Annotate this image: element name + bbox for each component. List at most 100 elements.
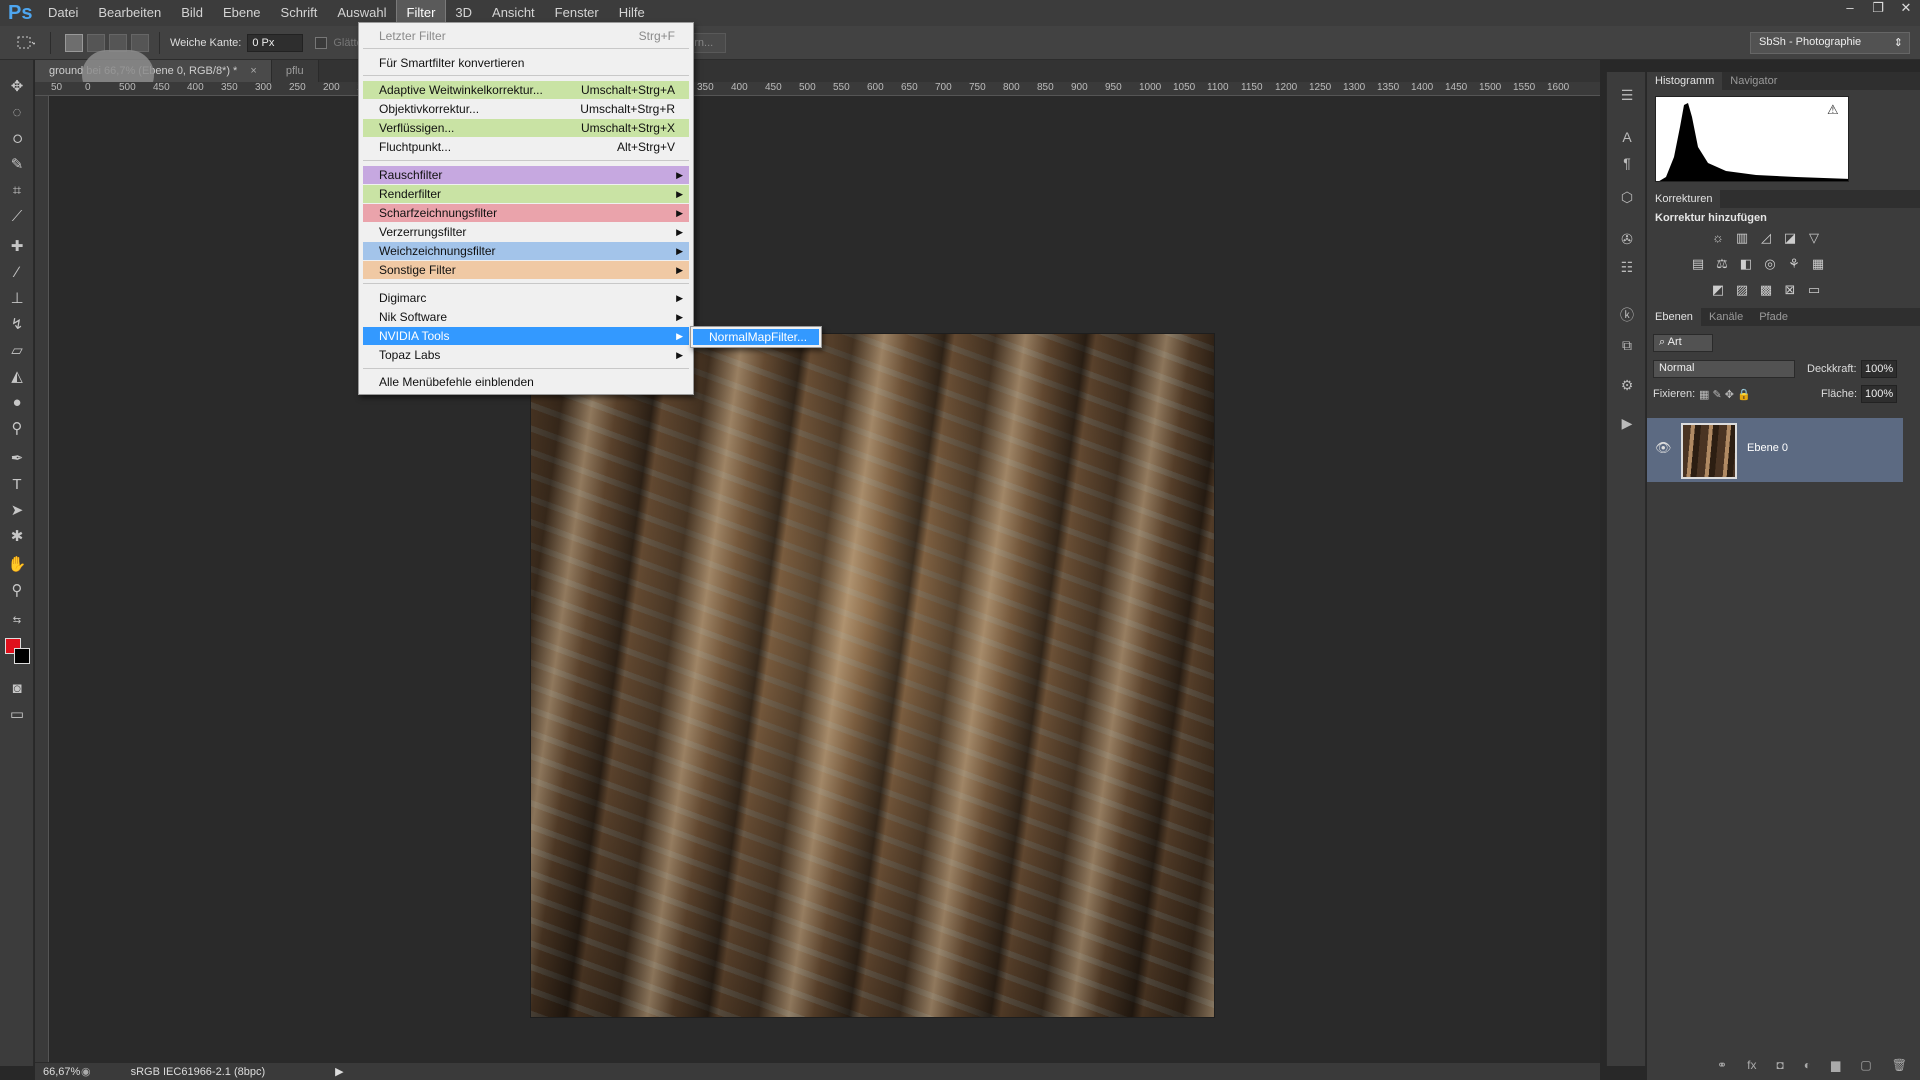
history-panel-icon[interactable]: ☰	[1615, 84, 1639, 106]
fill-input[interactable]	[1861, 385, 1897, 403]
zoom-level[interactable]: 66,67%	[35, 1066, 81, 1078]
menu-item-objektiv[interactable]: Objektivkorrektur... Umschalt+Strg+R	[363, 100, 689, 118]
menu-item-nik[interactable]: Nik Software ▶	[363, 308, 689, 326]
black-white-icon[interactable]: ◧	[1737, 256, 1755, 272]
menu-item-normalmapfilter[interactable]: NormalMapFilter...	[693, 329, 819, 345]
actions-panel-icon[interactable]: ▶	[1615, 412, 1639, 434]
menu-item-alle-befehle[interactable]: Alle Menübefehle einblenden	[363, 373, 689, 391]
menu-item-smartfilter[interactable]: Für Smartfilter konvertieren	[363, 54, 689, 72]
close-icon[interactable]: ×	[250, 65, 256, 77]
move-tool-icon[interactable]: ✥	[5, 76, 29, 98]
brightness-icon[interactable]: ☼	[1709, 230, 1727, 246]
canvas-area[interactable]	[50, 96, 1600, 1066]
background-color-swatch[interactable]	[14, 648, 30, 664]
path-select-icon[interactable]: ➤	[5, 500, 29, 522]
photo-filter-icon[interactable]: ◎	[1761, 256, 1779, 272]
menu-datei[interactable]: Datei	[38, 0, 88, 26]
layer-row[interactable]: 👁 Ebene 0	[1647, 418, 1903, 482]
menu-item-scharfzeichnung[interactable]: Scharfzeichnungsfilter ▶	[363, 204, 689, 222]
menu-item-digimarc[interactable]: Digimarc ▶	[363, 289, 689, 307]
type-tool-icon[interactable]: T	[5, 474, 29, 496]
feather-input[interactable]	[247, 33, 304, 52]
zoom-tool-icon[interactable]: ⚲	[5, 580, 29, 602]
layer-filter-select[interactable]: ⌕ Art	[1653, 334, 1713, 352]
fx-icon[interactable]: fx	[1747, 1058, 1756, 1078]
curves-icon[interactable]: ◿	[1757, 230, 1775, 246]
layer-name[interactable]: Ebene 0	[1747, 442, 1788, 454]
restore-button[interactable]: ❐	[1864, 0, 1892, 18]
hand-tool-icon[interactable]: ✋	[5, 554, 29, 576]
trash-icon[interactable]: 🗑	[1892, 1058, 1907, 1078]
antialias-checkbox[interactable]	[315, 36, 328, 49]
eye-icon[interactable]: 👁	[1655, 440, 1672, 456]
status-arrow-icon[interactable]: ▶	[335, 1065, 343, 1078]
menu-item-letzter-filter[interactable]: Letzter Filter Strg+F	[363, 27, 689, 45]
crop-tool-icon[interactable]: ⌗	[5, 180, 29, 202]
link-icon[interactable]: ⚭	[1717, 1058, 1727, 1078]
menu-item-renderfilter[interactable]: Renderfilter ▶	[363, 185, 689, 203]
document-image[interactable]	[531, 334, 1214, 1017]
3d-panel-icon[interactable]: ⬡	[1615, 186, 1639, 208]
info-icon[interactable]: ◉	[81, 1065, 91, 1078]
eraser-tool-icon[interactable]: ▱	[5, 340, 29, 362]
marquee-tool-icon[interactable]: ◌	[5, 102, 29, 124]
invert-icon[interactable]: ◩	[1709, 282, 1727, 298]
menu-item-verfluessigen[interactable]: Verflüssigen... Umschalt+Strg+X	[363, 119, 689, 137]
brush-panel-icon[interactable]: ✇	[1615, 228, 1639, 250]
tab-navigator[interactable]: Navigator	[1722, 72, 1785, 90]
posterize-icon[interactable]: ▨	[1733, 282, 1751, 298]
new-selection-icon[interactable]	[65, 33, 83, 52]
hue-sat-icon[interactable]: ▤	[1689, 256, 1707, 272]
lasso-tool-icon[interactable]: ഠ	[5, 128, 29, 150]
quick-select-icon[interactable]: ✎	[5, 154, 29, 176]
paint-bucket-icon[interactable]: ◭	[5, 366, 29, 388]
menu-item-rauschfilter[interactable]: Rauschfilter ▶	[363, 166, 689, 184]
warning-icon[interactable]: ⚠	[1827, 102, 1839, 118]
menu-item-weitwinkel[interactable]: Adaptive Weitwinkelkorrektur... Umschalt…	[363, 81, 689, 99]
gradient-map-icon[interactable]: ▭	[1805, 282, 1823, 298]
menu-item-nvidia[interactable]: NVIDIA Tools ▶	[363, 327, 689, 345]
folder-icon[interactable]: ▆	[1831, 1058, 1840, 1078]
tab-histogram[interactable]: Histogramm	[1647, 72, 1723, 90]
exposure-icon[interactable]: ◪	[1781, 230, 1799, 246]
brush-tool-icon[interactable]: ∕	[5, 262, 29, 284]
shape-tool-icon[interactable]: ✱	[5, 526, 29, 548]
workspace-select[interactable]: SbSh - Photographie ⇕	[1750, 32, 1910, 54]
menu-item-sonstige[interactable]: Sonstige Filter ▶	[363, 261, 689, 279]
tab-corrections[interactable]: Korrekturen	[1647, 190, 1721, 208]
add-selection-icon[interactable]	[87, 33, 105, 52]
tab-paths[interactable]: Pfade	[1751, 308, 1796, 326]
channel-mixer-icon[interactable]: ⚘	[1785, 256, 1803, 272]
threshold-icon[interactable]: ▩	[1757, 282, 1775, 298]
dodge-tool-icon[interactable]: ⚲	[5, 418, 29, 440]
tool-presets-icon[interactable]: ⚙	[1615, 374, 1639, 396]
plugin-panel-icon[interactable]: ⓚ	[1615, 304, 1639, 326]
paragraph-panel-icon[interactable]: ¶	[1615, 152, 1639, 174]
vibrance-icon[interactable]: ▽	[1805, 230, 1823, 246]
tab-pflu[interactable]: pflu	[271, 60, 319, 82]
character-panel-icon[interactable]: A	[1615, 126, 1639, 148]
adjustment-icon[interactable]: ◐	[1804, 1058, 1811, 1078]
close-button[interactable]: ✕	[1892, 0, 1920, 18]
clone-source-icon[interactable]: ⧉	[1615, 334, 1639, 356]
menu-item-topaz[interactable]: Topaz Labs ▶	[363, 346, 689, 364]
menu-item-weichzeichnung[interactable]: Weichzeichnungsfilter ▶	[363, 242, 689, 260]
mask-icon[interactable]: ◘	[1776, 1058, 1783, 1078]
stamp-tool-icon[interactable]: ⊥	[5, 288, 29, 310]
properties-panel-icon[interactable]: ☷	[1615, 256, 1639, 278]
subtract-selection-icon[interactable]	[109, 33, 127, 52]
minimize-button[interactable]: –	[1836, 0, 1864, 18]
swap-colors-icon[interactable]: ⇆	[5, 610, 29, 632]
color-balance-icon[interactable]: ⚖	[1713, 256, 1731, 272]
healing-brush-icon[interactable]: ✚	[5, 236, 29, 258]
blend-mode-select[interactable]: Normal	[1653, 360, 1795, 378]
menu-ebene[interactable]: Ebene	[213, 0, 271, 26]
pen-tool-icon[interactable]: ✒	[5, 448, 29, 470]
selective-color-icon[interactable]: ⊠	[1781, 282, 1799, 298]
history-brush-icon[interactable]: ↯	[5, 314, 29, 336]
tab-layers[interactable]: Ebenen	[1647, 308, 1701, 326]
tab-channels[interactable]: Kanäle	[1701, 308, 1751, 326]
marquee-preset-icon[interactable]	[12, 32, 40, 54]
menu-bild[interactable]: Bild	[171, 0, 213, 26]
menu-bearbeiten[interactable]: Bearbeiten	[88, 0, 171, 26]
